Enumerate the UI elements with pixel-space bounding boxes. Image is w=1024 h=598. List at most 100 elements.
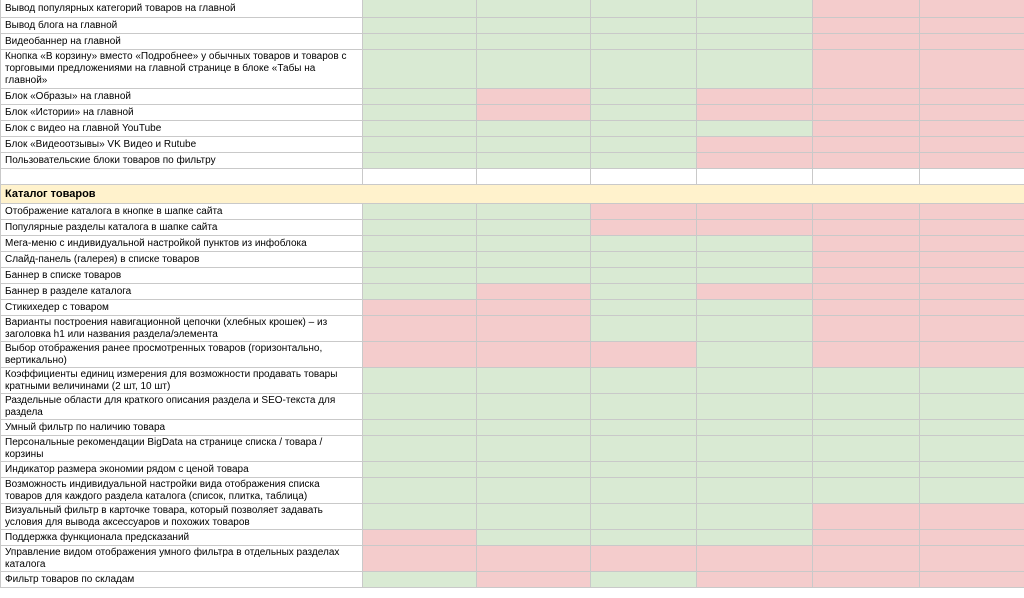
feature-label-cell[interactable]: Блок «Истории» на главной [0, 104, 363, 121]
status-cell-col-5-supported[interactable] [812, 367, 920, 394]
status-cell-col-4-supported[interactable] [696, 299, 813, 316]
status-cell-col-2-empty[interactable] [476, 168, 591, 185]
feature-label-cell[interactable]: Баннер в разделе каталога [0, 283, 363, 300]
status-cell-col-5-unsupported[interactable] [812, 235, 920, 252]
status-cell-col-1-supported[interactable] [362, 419, 477, 436]
feature-label-cell[interactable]: Блок с видео на главной YouTube [0, 120, 363, 137]
status-cell-col-5-unsupported[interactable] [812, 545, 920, 572]
status-cell-col-3-unsupported[interactable] [590, 219, 697, 236]
status-cell-col-4-supported[interactable] [696, 49, 813, 89]
status-cell-col-3-supported[interactable] [590, 33, 697, 50]
feature-label-cell[interactable]: Мега-меню с индивидуальной настройкой пу… [0, 235, 363, 252]
status-cell-col-4-unsupported[interactable] [696, 283, 813, 300]
status-cell-col-4-supported[interactable] [696, 477, 813, 504]
status-cell-col-6-unsupported[interactable] [919, 219, 1024, 236]
status-cell-col-1-unsupported[interactable] [362, 299, 477, 316]
status-cell-col-5-unsupported[interactable] [812, 104, 920, 121]
status-cell-col-1-supported[interactable] [362, 88, 477, 105]
status-cell-col-5-unsupported[interactable] [812, 529, 920, 546]
status-cell-col-1-unsupported[interactable] [362, 341, 477, 368]
status-cell-col-1-supported[interactable] [362, 235, 477, 252]
status-cell-col-5-unsupported[interactable] [812, 219, 920, 236]
status-cell-col-4-unsupported[interactable] [696, 545, 813, 572]
status-cell-col-4-unsupported[interactable] [696, 136, 813, 153]
status-cell-col-1-supported[interactable] [362, 219, 477, 236]
status-cell-col-6-unsupported[interactable] [919, 299, 1024, 316]
status-cell-col-4-supported[interactable] [696, 367, 813, 394]
status-cell-col-2-supported[interactable] [476, 435, 591, 462]
status-cell-col-2-supported[interactable] [476, 503, 591, 530]
status-cell-col-3-supported[interactable] [590, 88, 697, 105]
status-cell-col-5-supported[interactable] [812, 435, 920, 462]
status-cell-col-2-unsupported[interactable] [476, 341, 591, 368]
status-cell-col-5-unsupported[interactable] [812, 152, 920, 169]
status-cell-col-4-supported[interactable] [696, 315, 813, 342]
status-cell-col-4-unsupported[interactable] [696, 104, 813, 121]
feature-label-cell[interactable]: Визуальный фильтр в карточке товара, кот… [0, 503, 363, 530]
status-cell-col-6-unsupported[interactable] [919, 283, 1024, 300]
feature-label-cell[interactable]: Фильтр товаров по складам [0, 571, 363, 588]
status-cell-col-2-unsupported[interactable] [476, 88, 591, 105]
status-cell-col-4-supported[interactable] [696, 529, 813, 546]
status-cell-col-6-supported[interactable] [919, 367, 1024, 394]
status-cell-col-1-supported[interactable] [362, 393, 477, 420]
feature-label-cell[interactable]: Вывод популярных категорий товаров на гл… [0, 0, 363, 18]
status-cell-col-4-supported[interactable] [696, 251, 813, 268]
status-cell-col-3-supported[interactable] [590, 152, 697, 169]
status-cell-col-4-supported[interactable] [696, 341, 813, 368]
status-cell-col-5-unsupported[interactable] [812, 203, 920, 220]
status-cell-col-1-unsupported[interactable] [362, 315, 477, 342]
status-cell-col-5-empty[interactable] [812, 168, 920, 185]
status-cell-col-2-supported[interactable] [476, 367, 591, 394]
status-cell-col-1-supported[interactable] [362, 104, 477, 121]
status-cell-col-1-unsupported[interactable] [362, 529, 477, 546]
status-cell-col-3-supported[interactable] [590, 461, 697, 478]
status-cell-col-3-unsupported[interactable] [590, 545, 697, 572]
status-cell-col-6-supported[interactable] [919, 393, 1024, 420]
status-cell-col-6-unsupported[interactable] [919, 529, 1024, 546]
status-cell-col-1-empty[interactable] [362, 168, 477, 185]
feature-label-cell[interactable]: Слайд-панель (галерея) в списке товаров [0, 251, 363, 268]
status-cell-col-4-unsupported[interactable] [696, 88, 813, 105]
status-cell-col-5-unsupported[interactable] [812, 120, 920, 137]
status-cell-col-3-unsupported[interactable] [590, 341, 697, 368]
status-cell-col-5-unsupported[interactable] [812, 283, 920, 300]
status-cell-col-5-unsupported[interactable] [812, 251, 920, 268]
status-cell-col-3-supported[interactable] [590, 49, 697, 89]
status-cell-col-2-supported[interactable] [476, 267, 591, 284]
status-cell-col-1-supported[interactable] [362, 0, 477, 18]
status-cell-col-5-unsupported[interactable] [812, 0, 920, 18]
status-cell-col-6-unsupported[interactable] [919, 49, 1024, 89]
status-cell-col-6-supported[interactable] [919, 419, 1024, 436]
status-cell-col-1-supported[interactable] [362, 267, 477, 284]
feature-label-cell[interactable]: Выбор отображения ранее просмотренных то… [0, 341, 363, 368]
status-cell-col-4-unsupported[interactable] [696, 203, 813, 220]
status-cell-col-5-unsupported[interactable] [812, 571, 920, 588]
feature-label-cell[interactable]: Отображение каталога в кнопке в шапке са… [0, 203, 363, 220]
feature-label-cell[interactable] [0, 168, 363, 185]
status-cell-col-3-supported[interactable] [590, 136, 697, 153]
status-cell-col-5-unsupported[interactable] [812, 17, 920, 34]
status-cell-col-5-unsupported[interactable] [812, 267, 920, 284]
status-cell-col-5-unsupported[interactable] [812, 49, 920, 89]
feature-label-cell[interactable]: Видеобаннер на главной [0, 33, 363, 50]
status-cell-col-6-unsupported[interactable] [919, 267, 1024, 284]
status-cell-col-3-supported[interactable] [590, 120, 697, 137]
status-cell-col-3-supported[interactable] [590, 299, 697, 316]
status-cell-col-6-unsupported[interactable] [919, 545, 1024, 572]
status-cell-col-4-supported[interactable] [696, 435, 813, 462]
status-cell-col-6-unsupported[interactable] [919, 104, 1024, 121]
status-cell-col-1-supported[interactable] [362, 503, 477, 530]
status-cell-col-5-unsupported[interactable] [812, 299, 920, 316]
feature-label-cell[interactable]: Стикихедер с товаром [0, 299, 363, 316]
status-cell-col-6-supported[interactable] [919, 435, 1024, 462]
status-cell-col-2-supported[interactable] [476, 203, 591, 220]
status-cell-col-2-supported[interactable] [476, 393, 591, 420]
status-cell-col-5-supported[interactable] [812, 419, 920, 436]
status-cell-col-2-unsupported[interactable] [476, 299, 591, 316]
status-cell-col-5-supported[interactable] [812, 477, 920, 504]
feature-label-cell[interactable]: Возможность индивидуальной настройки вид… [0, 477, 363, 504]
status-cell-col-2-supported[interactable] [476, 49, 591, 89]
status-cell-col-2-supported[interactable] [476, 17, 591, 34]
feature-label-cell[interactable]: Управление видом отображения умного филь… [0, 545, 363, 572]
